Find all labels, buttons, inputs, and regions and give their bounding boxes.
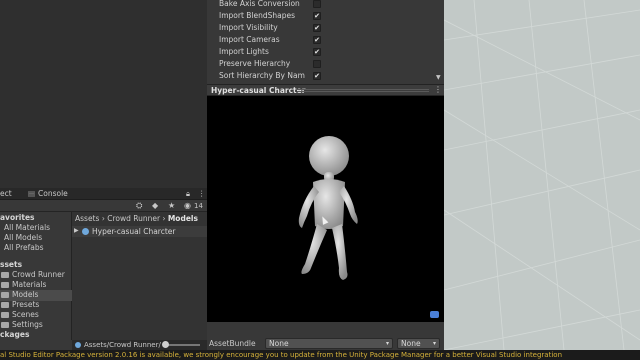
visibility-count: 14 <box>194 202 203 210</box>
favorite-star-icon[interactable]: ★ <box>168 201 175 210</box>
scene-grid <box>444 0 640 350</box>
label-filter-icon[interactable]: ◆ <box>152 201 158 210</box>
breadcrumb-separator: › <box>101 214 105 223</box>
icon-size-slider[interactable] <box>164 344 200 346</box>
folder-item[interactable]: Crowd Runner <box>1 270 65 279</box>
import-option-row[interactable]: Bake Axis Conversion <box>219 0 441 10</box>
import-option-row[interactable]: Import Cameras ✔ <box>219 34 441 46</box>
search-by-type-icon[interactable]: ⛭ <box>136 201 142 211</box>
file-list-item[interactable]: ▶ Hyper-casual Charcter <box>72 226 207 237</box>
scene-view[interactable] <box>444 0 640 350</box>
model-preview-viewport[interactable] <box>207 96 444 322</box>
import-option-checkbox[interactable]: ✔ <box>313 12 321 20</box>
breadcrumb-item[interactable]: Assets <box>75 214 99 223</box>
asset-path-text: Assets/Crowd Runner/ <box>84 341 161 349</box>
folder-icon <box>1 302 9 308</box>
expand-arrow-icon[interactable]: ▶ <box>74 227 79 234</box>
import-option-label: Preserve Hierarchy <box>219 59 291 68</box>
packages-header[interactable]: ckages <box>0 330 29 339</box>
tab-project[interactable]: ect <box>0 189 12 198</box>
kebab-menu-icon[interactable]: ⋮ <box>198 189 206 198</box>
preview-settings-icon[interactable] <box>430 311 439 318</box>
import-option-label: Import Lights <box>219 47 269 56</box>
favorite-item[interactable]: All Models <box>4 233 42 242</box>
folder-item[interactable]: Settings <box>1 320 43 329</box>
assetbundle-label: AssetBundle <box>209 339 256 348</box>
favorites-header[interactable]: avorites <box>0 213 35 222</box>
favorite-item[interactable]: All Materials <box>4 223 50 232</box>
folder-icon <box>1 272 9 278</box>
folder-label: Presets <box>12 300 40 309</box>
status-bar[interactable]: al Studio Editor Package version 2.0.16 … <box>0 350 640 360</box>
chevron-down-icon: ▾ <box>432 340 436 347</box>
status-message[interactable]: al Studio Editor Package version 2.0.16 … <box>0 351 562 359</box>
folder-label: Scenes <box>12 310 39 319</box>
favorite-item[interactable]: All Prefabs <box>4 243 44 252</box>
import-option-label: Bake Axis Conversion <box>219 0 300 8</box>
file-name: Hyper-casual Charcter <box>92 227 176 236</box>
project-folder-tree: avorites All Materials All Models All Pr… <box>0 212 72 340</box>
assetbundle-variant-value: None <box>401 339 421 348</box>
icon-size-slider-knob[interactable] <box>162 341 169 348</box>
scroll-down-icon[interactable]: ▼ <box>436 74 441 81</box>
kebab-menu-icon[interactable]: ⋮ <box>434 85 442 94</box>
import-option-label: Import BlendShapes <box>219 11 296 20</box>
project-tab-bar: ect ▤ Console 🔒︎ ⋮ <box>0 188 207 200</box>
tab-console[interactable]: Console <box>38 189 68 198</box>
folder-item[interactable]: Scenes <box>1 310 39 319</box>
console-icon: ▤ <box>28 189 36 198</box>
import-option-row[interactable]: Preserve Hierarchy <box>219 58 441 70</box>
folder-label: Materials <box>12 280 47 289</box>
folder-icon <box>1 292 9 298</box>
import-option-checkbox[interactable] <box>313 60 321 68</box>
model-asset-icon <box>75 342 81 348</box>
import-option-row[interactable]: Import BlendShapes ✔ <box>219 10 441 22</box>
import-option-label: Sort Hierarchy By Nam <box>219 71 305 80</box>
folder-item[interactable]: Presets <box>1 300 39 309</box>
folder-icon <box>1 312 9 318</box>
assetbundle-variant-select[interactable]: None ▾ <box>397 338 440 349</box>
breadcrumb-item[interactable]: Crowd Runner <box>107 214 160 223</box>
assets-header[interactable]: ssets <box>0 260 22 269</box>
folder-item[interactable]: Materials <box>1 280 46 289</box>
folder-label: Settings <box>12 320 43 329</box>
chevron-down-icon: ▾ <box>385 340 389 347</box>
preview-title: Hyper-casual Charcter <box>211 86 306 95</box>
preview-header[interactable]: Hyper-casual Charcter ⋮ <box>207 84 444 96</box>
assetbundle-name-select[interactable]: None ▾ <box>265 338 393 349</box>
asset-path-bar: Assets/Crowd Runner/ <box>72 340 207 350</box>
folder-label: Crowd Runner <box>12 270 65 279</box>
folder-icon <box>1 322 9 328</box>
import-option-checkbox[interactable] <box>313 0 321 8</box>
character-model-image <box>298 136 358 280</box>
folder-label: Models <box>12 290 39 299</box>
import-option-checkbox[interactable]: ✔ <box>313 24 321 32</box>
import-option-row[interactable]: Import Visibility ✔ <box>219 22 441 34</box>
assetbundle-bar: AssetBundle None ▾ None ▾ <box>207 337 444 350</box>
hierarchy-empty-area <box>0 0 207 188</box>
import-option-label: Import Visibility <box>219 23 278 32</box>
import-option-row[interactable]: Sort Hierarchy By Nam ✔ <box>219 70 441 82</box>
hidden-packages-icon[interactable]: ◉ <box>184 201 191 210</box>
folder-icon <box>1 282 9 288</box>
import-option-checkbox[interactable]: ✔ <box>313 36 321 44</box>
inspector-panel: Bake Axis Conversion Import BlendShapes … <box>207 0 444 84</box>
folder-item[interactable]: Models <box>1 290 38 299</box>
breadcrumb: Assets › Crowd Runner › Models <box>75 214 198 223</box>
preview-drag-handle[interactable] <box>297 89 429 92</box>
assetbundle-name-value: None <box>269 339 289 348</box>
import-option-checkbox[interactable]: ✔ <box>313 48 321 56</box>
project-toolbar: ⛭ ◆ ★ ◉ 14 <box>0 200 207 212</box>
project-file-list: Assets › Crowd Runner › Models ▶ Hyper-c… <box>72 212 207 340</box>
breadcrumb-item-current[interactable]: Models <box>168 214 198 223</box>
import-option-row[interactable]: Import Lights ✔ <box>219 46 441 58</box>
lock-icon[interactable]: 🔒︎ <box>186 189 190 199</box>
import-option-checkbox[interactable]: ✔ <box>313 72 321 80</box>
breadcrumb-separator: › <box>162 214 166 223</box>
model-asset-icon <box>82 228 89 235</box>
import-option-label: Import Cameras <box>219 35 280 44</box>
tree-footer <box>0 340 72 350</box>
